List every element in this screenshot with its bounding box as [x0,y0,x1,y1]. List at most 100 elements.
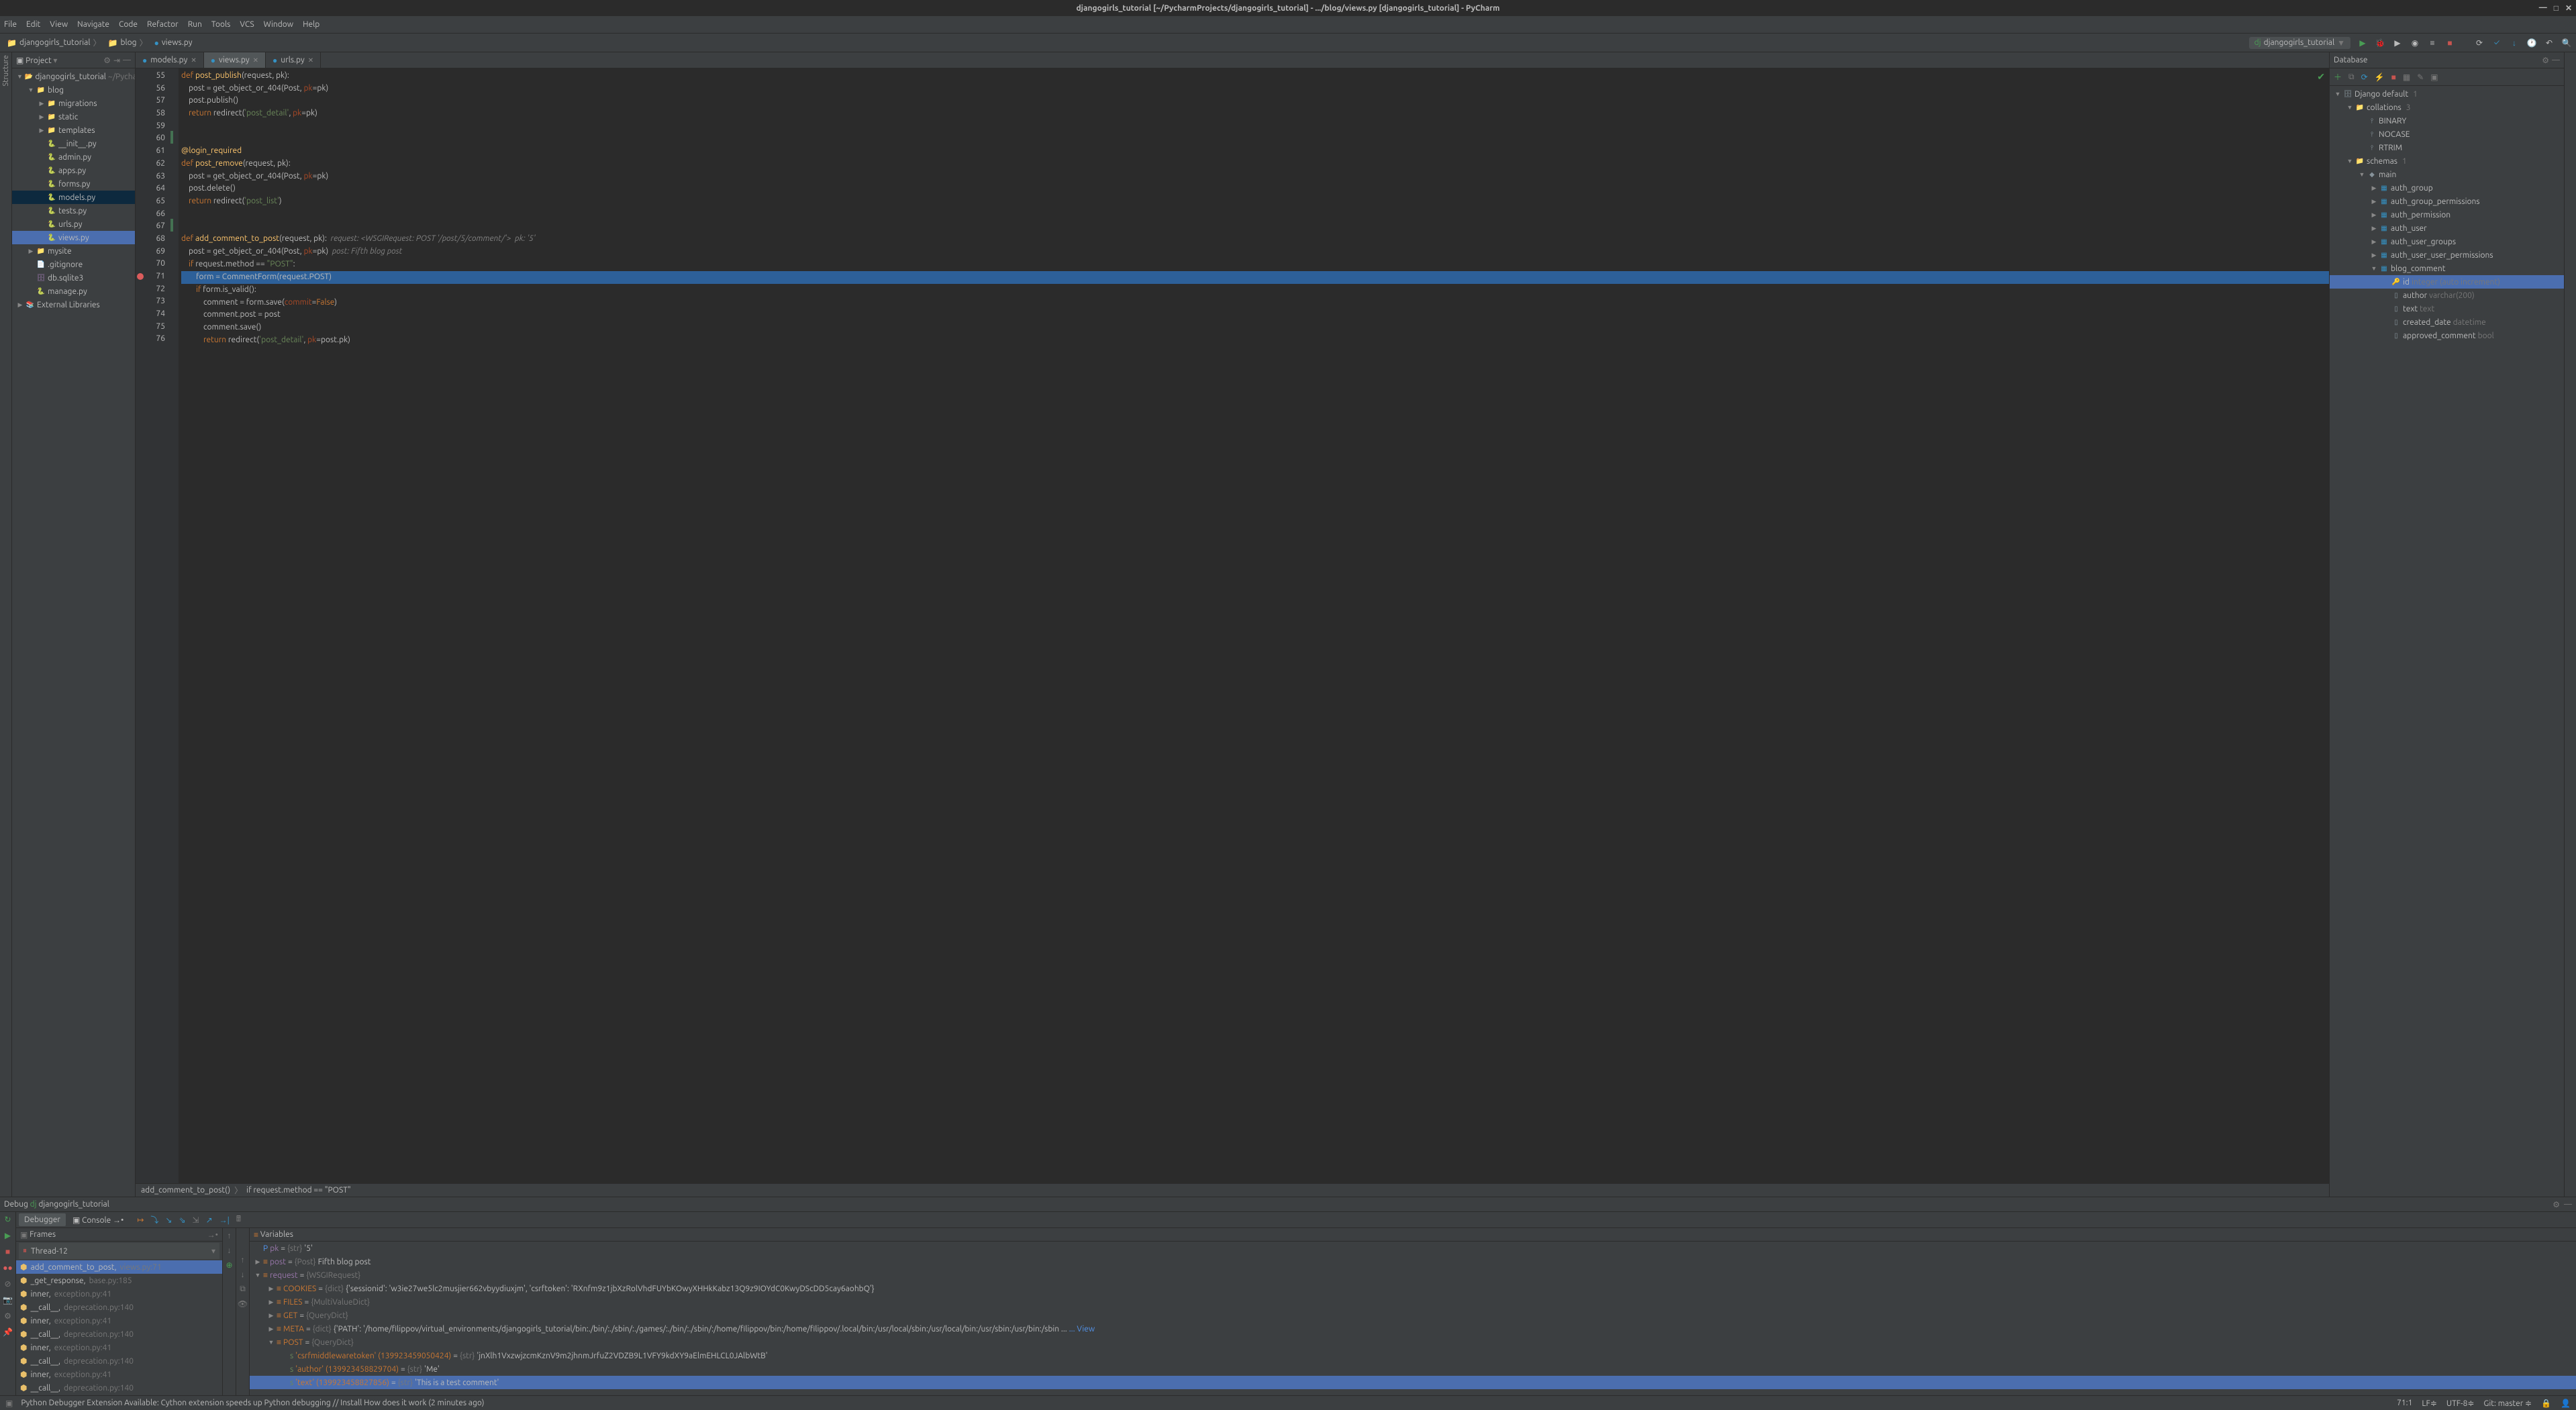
project-item[interactable]: ▼📁blog [12,83,135,97]
stack-frame[interactable]: ⬢__call__, deprecation.py:140 [16,1381,222,1395]
stop-button[interactable]: ■ [2444,38,2455,48]
encoding[interactable]: UTF-8≑ [2446,1399,2475,1408]
run-button[interactable]: ▶ [2357,38,2368,48]
project-item[interactable]: ▶📁mysite [12,244,135,258]
project-item[interactable]: 🐍forms.py [12,177,135,191]
step-out-button[interactable]: ↗ [206,1215,213,1225]
step-into-button[interactable]: ↘ [165,1215,172,1225]
db-item[interactable]: ▼▦blog_comment [2330,262,2564,275]
stack-frame[interactable]: ⬢inner, exception.py:41 [16,1368,222,1381]
refresh-button[interactable]: ⟳ [2361,72,2368,82]
db-item[interactable]: ▶▦auth_user_groups [2330,235,2564,248]
project-item[interactable]: ▶📁migrations [12,97,135,110]
project-item[interactable]: 🐍tests.py [12,204,135,217]
line-ending[interactable]: LF≑ [2422,1399,2436,1408]
lock-icon[interactable]: 🔒 [2541,1399,2551,1408]
console-button[interactable]: ▣ [2430,72,2438,82]
db-item[interactable]: ▼🗄Django default1 [2330,87,2564,101]
force-step-into-button[interactable]: ⇲ [193,1215,199,1225]
search-icon[interactable]: 🔍 [2561,38,2572,48]
crumb-function[interactable]: add_comment_to_post() [141,1186,230,1195]
history-button[interactable]: 🕐 [2526,38,2537,48]
stack-frame[interactable]: ⬢inner, exception.py:41 [16,1341,222,1354]
concurrency-button[interactable]: ≡ [2427,38,2438,48]
stack-frame[interactable]: ⬢__call__, deprecation.py:140 [16,1354,222,1368]
gear-icon[interactable]: ⚙ [2553,1200,2560,1209]
breadcrumb-item[interactable]: ●views.py [152,36,195,50]
hector-icon[interactable]: 👤 [2561,1399,2571,1408]
structure-tool-button[interactable]: Structure [2,55,10,87]
variable-row[interactable]: s 'author' (139923458829704) = {str} 'Me… [250,1362,2576,1376]
disconnect-button[interactable]: ■ [2391,72,2396,82]
menu-help[interactable]: Help [303,20,319,29]
view-breakpoints-button[interactable]: ●● [3,1263,13,1272]
db-item[interactable]: ▶▦auth_user_user_permissions [2330,248,2564,262]
gear-icon[interactable]: ⚙ [2542,56,2549,65]
db-item[interactable]: ▶▦auth_permission [2330,208,2564,221]
project-item[interactable]: 🐍urls.py [12,217,135,231]
stack-frame[interactable]: ⬢inner, exception.py:41 [16,1287,222,1301]
step-into-my-code-button[interactable]: ⇘ [179,1215,185,1225]
evaluate-button[interactable]: 🖩 [236,1213,241,1227]
jump-to-console-button[interactable]: ⚡ [2375,72,2385,82]
menu-window[interactable]: Window [264,20,293,29]
db-item[interactable]: ⫯RTRIM [2330,141,2564,154]
inspection-ok-icon[interactable]: ✔ [2317,71,2325,83]
variable-row[interactable]: ▶≡ post = {Post} Fifth blog post [250,1255,2576,1268]
stack-frame[interactable]: ⬢__call__, deprecation.py:140 [16,1327,222,1341]
close-tab-icon[interactable]: ✕ [191,56,196,64]
update-button[interactable]: ⟳ [2474,38,2485,48]
pull-button[interactable]: ↓ [2509,38,2520,48]
stack-frame[interactable]: ⬢add_comment_to_post, views.py:71 [16,1260,222,1274]
project-item[interactable]: 🐍admin.py [12,150,135,164]
db-item[interactable]: ⫯NOCASE [2330,128,2564,141]
project-item[interactable]: ▼📂djangogirls_tutorial ~/Pycharm [12,70,135,83]
db-item[interactable]: ▯approved_comment bool [2330,329,2564,342]
event-log-icon[interactable]: ▣ [5,1399,13,1408]
stop-debug-button[interactable]: ■ [5,1247,10,1256]
frame-down-button[interactable]: ↓ [228,1246,232,1255]
variable-row[interactable]: s 'csrfmiddlewaretoken' (139923459050424… [250,1349,2576,1362]
variable-row[interactable]: ▶≡ GET = {QueryDict} [250,1309,2576,1322]
debug-button[interactable]: 🐞 [2375,38,2385,48]
close-icon[interactable]: ✕ [2565,3,2572,13]
hide-icon[interactable]: — [123,56,131,65]
maximize-icon[interactable]: □ [2554,3,2559,13]
menu-vcs[interactable]: VCS [240,20,254,29]
menu-tools[interactable]: Tools [211,20,231,29]
duplicate-button[interactable]: ⧉ [2348,72,2355,82]
menu-file[interactable]: File [4,20,17,29]
revert-button[interactable]: ↶ [2544,38,2555,48]
db-item[interactable]: ▯created_date datetime [2330,315,2564,329]
variable-row[interactable]: P pk = {str} '5' [250,1242,2576,1255]
resume-button[interactable]: ▶ [5,1231,11,1240]
status-message[interactable]: Python Debugger Extension Available: Cyt… [21,1399,484,1407]
show-exec-point-button[interactable]: ↦ [137,1215,144,1225]
commit-button[interactable]: ✓ [2491,38,2502,48]
db-item[interactable]: ▼📁schemas1 [2330,154,2564,168]
editor-tab[interactable]: ●views.py✕ [204,52,266,68]
thread-selector[interactable]: ⏸ Thread-12 ▾ [19,1243,219,1259]
editor-tab[interactable]: ●urls.py✕ [266,52,321,68]
frame-up-button[interactable]: ↑ [228,1231,232,1240]
add-datasource-button[interactable]: ＋ [2334,71,2342,83]
run-config-selector[interactable]: dj djangogirls_tutorial ▼ [2249,37,2350,49]
project-item[interactable]: ▶📚External Libraries [12,298,135,311]
stack-frame[interactable]: ⬢inner, exception.py:41 [16,1314,222,1327]
gutter[interactable]: 5556575859606162636465666768697071727374… [136,68,170,1183]
filter-button[interactable]: ▦ [2403,72,2410,82]
project-item[interactable]: 🗄db.sqlite3 [12,271,135,285]
menu-edit[interactable]: Edit [26,20,40,29]
project-item[interactable]: 🐍apps.py [12,164,135,177]
rerun-button[interactable]: ↻ [4,1215,11,1224]
project-item[interactable]: 🐍manage.py [12,285,135,298]
hide-icon[interactable]: — [2552,56,2560,65]
variable-row[interactable]: ▼≡ request = {WSGIRequest} [250,1268,2576,1282]
crumb-statement[interactable]: if request.method == "POST" [246,1186,351,1195]
project-item[interactable]: 🐍views.py [12,231,135,244]
project-item[interactable]: 🐍models.py [12,191,135,204]
db-item[interactable]: ⫯BINARY [2330,114,2564,128]
variable-row[interactable]: s 'text' (139923458827856) = {str} 'This… [250,1376,2576,1389]
project-item[interactable]: 📄.gitignore [12,258,135,271]
menu-refactor[interactable]: Refactor [147,20,179,29]
